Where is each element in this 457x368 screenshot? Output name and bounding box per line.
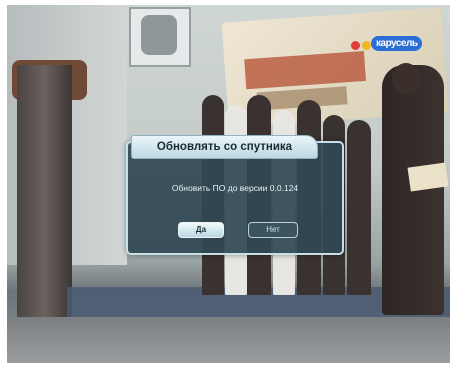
man-head	[392, 63, 420, 95]
floor	[7, 317, 450, 363]
yes-button[interactable]: Да	[178, 222, 224, 238]
wall-portrait	[129, 7, 191, 67]
dialog-message: Обновить ПО до версии 0.0.124	[171, 183, 299, 193]
update-dialog: Обновлять со спутника Обновить ПО до вер…	[126, 135, 344, 255]
no-button[interactable]: Нет	[248, 222, 298, 238]
channel-logo-text: карусель	[371, 36, 423, 51]
tv-screen: карусель Обновлять со спутника Обновить …	[7, 5, 450, 363]
channel-logo: карусель	[351, 35, 423, 55]
logo-dot-red	[351, 40, 360, 50]
logo-dot-yellow	[362, 40, 371, 50]
dialog-title: Обновлять со спутника	[131, 135, 318, 159]
